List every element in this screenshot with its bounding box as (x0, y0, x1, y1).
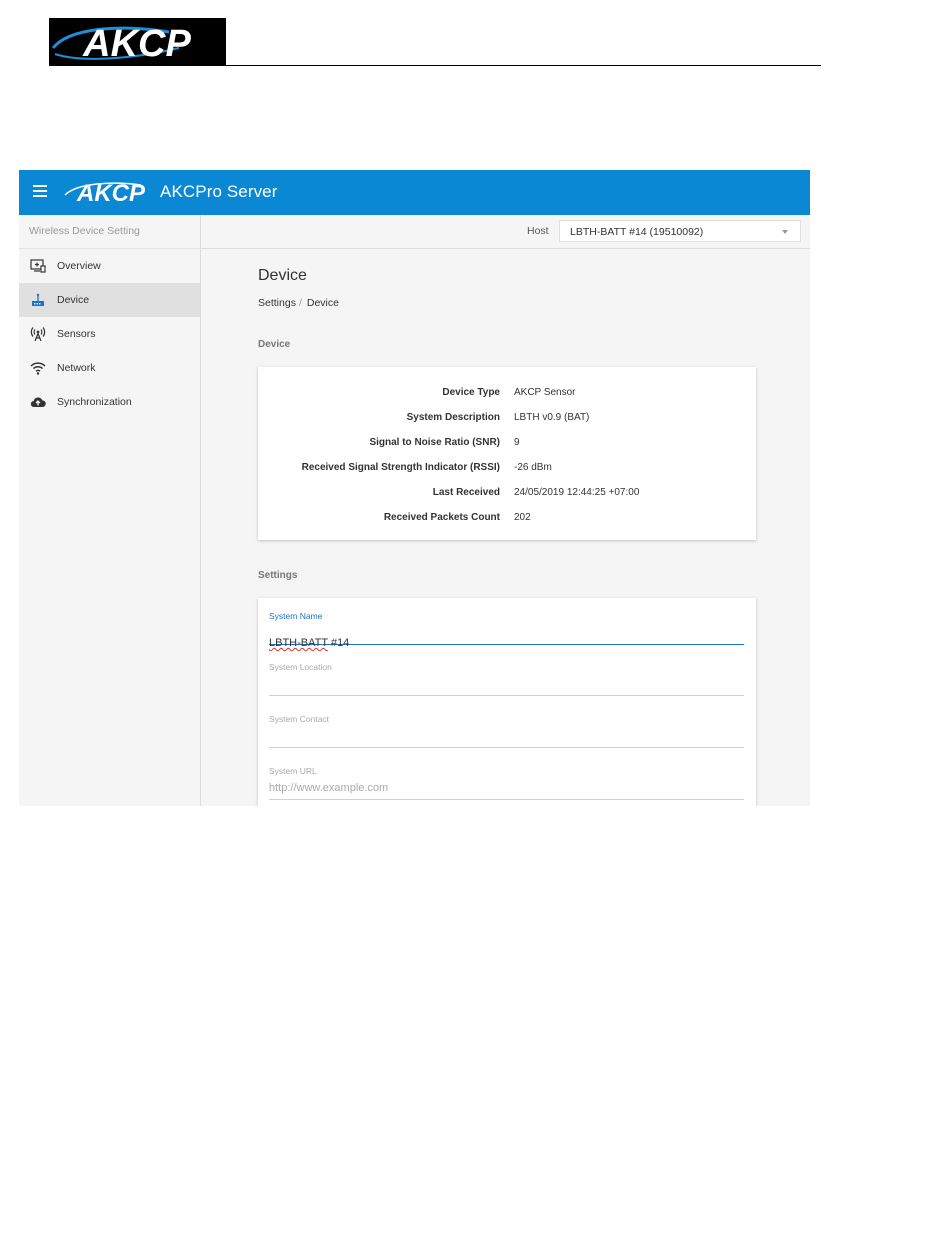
sidebar-header: Wireless Device Setting (19, 215, 200, 249)
app-bar: AKCP AKCPro Server (19, 170, 810, 215)
info-value: 24/05/2019 12:44:25 +07:00 (514, 487, 640, 498)
info-row-snr: Signal to Noise Ratio (SNR) 9 (258, 437, 756, 453)
system-name-input[interactable]: LBTH-BATT #14 (269, 622, 744, 649)
system-contact-field: System Contact (269, 714, 744, 750)
settings-section-title: Settings (258, 570, 298, 581)
info-row-last-received: Last Received 24/05/2019 12:44:25 +07:00 (258, 487, 756, 503)
info-label: Received Signal Strength Indicator (RSSI… (301, 462, 500, 473)
info-label: Device Type (442, 387, 500, 398)
info-label: Signal to Noise Ratio (SNR) (369, 437, 500, 448)
host-label: Host (527, 225, 549, 237)
hamburger-menu-icon[interactable] (33, 185, 47, 197)
device-info-card: Device Type AKCP Sensor System Descripti… (258, 367, 756, 540)
sidebar-item-label: Device (57, 294, 90, 306)
breadcrumb-separator: / (298, 297, 302, 309)
system-url-input[interactable] (269, 777, 744, 800)
system-contact-input[interactable] (269, 725, 744, 748)
device-router-icon (32, 293, 44, 306)
system-name-field: System Name LBTH-BATT #14 (269, 611, 744, 649)
document-header-rule (49, 65, 821, 66)
settings-card: System Name LBTH-BATT #14 System Locatio… (258, 598, 756, 806)
system-location-field: System Location (269, 662, 744, 698)
svg-text:AKCP: AKCP (76, 180, 146, 205)
info-row-device-type: Device Type AKCP Sensor (258, 387, 756, 403)
sidebar-item-device[interactable]: Device (19, 283, 200, 317)
info-row-packets-count: Received Packets Count 202 (258, 512, 756, 528)
sidebar-item-synchronization[interactable]: Synchronization (19, 385, 200, 419)
akcp-document-logo: AKCP (49, 18, 226, 66)
sidebar-item-overview[interactable]: Overview (19, 249, 200, 283)
sidebar: Wireless Device Setting Overview Device (19, 215, 201, 806)
breadcrumb-settings[interactable]: Settings (258, 297, 296, 309)
antenna-icon (30, 327, 46, 342)
info-row-rssi: Received Signal Strength Indicator (RSSI… (258, 462, 756, 478)
sidebar-item-label: Synchronization (57, 396, 132, 408)
system-name-value-rest: #14 (327, 637, 350, 649)
info-label: Received Packets Count (383, 512, 500, 523)
system-location-label: System Location (269, 662, 332, 672)
info-label: Last Received (432, 487, 500, 498)
sidebar-item-label: Sensors (57, 328, 96, 340)
cloud-upload-icon (30, 397, 46, 408)
info-row-system-description: System Description LBTH v0.9 (BAT) (258, 412, 756, 428)
info-value: LBTH v0.9 (BAT) (514, 412, 590, 423)
device-section-title: Device (258, 339, 291, 350)
info-value: 9 (514, 437, 520, 448)
sidebar-item-network[interactable]: Network (19, 351, 200, 385)
system-url-label: System URL (269, 766, 317, 776)
sidebar-item-label: Overview (57, 260, 101, 272)
wifi-icon (30, 362, 46, 375)
svg-text:AKCP: AKCP (82, 23, 191, 65)
info-value: -26 dBm (514, 462, 552, 473)
system-location-input[interactable] (269, 673, 744, 696)
host-selected-value: LBTH-BATT #14 (19510092) (570, 226, 704, 238)
system-contact-label: System Contact (269, 714, 329, 724)
sidebar-item-label: Network (57, 362, 96, 374)
system-name-label: System Name (269, 611, 323, 621)
host-bar: Host LBTH-BATT #14 (19510092) (201, 215, 810, 249)
overview-icon (30, 259, 46, 273)
host-select[interactable]: LBTH-BATT #14 (19510092) (559, 220, 801, 242)
breadcrumb-device: Device (306, 297, 339, 309)
app-title: AKCPro Server (160, 182, 278, 201)
breadcrumb: Settings / Device (258, 297, 339, 309)
akcp-app-logo: AKCP (64, 180, 146, 205)
system-url-field: System URL (269, 766, 744, 802)
dropdown-caret-icon (782, 230, 788, 234)
info-label: System Description (406, 412, 500, 423)
system-name-value-main: LBTH-BATT (269, 637, 328, 649)
info-value: 202 (514, 512, 531, 523)
page-title: Device (258, 267, 307, 284)
akcpro-window: AKCP AKCPro Server Wireless Device Setti… (19, 170, 810, 806)
sidebar-item-sensors[interactable]: Sensors (19, 317, 200, 351)
info-value: AKCP Sensor (514, 387, 576, 398)
